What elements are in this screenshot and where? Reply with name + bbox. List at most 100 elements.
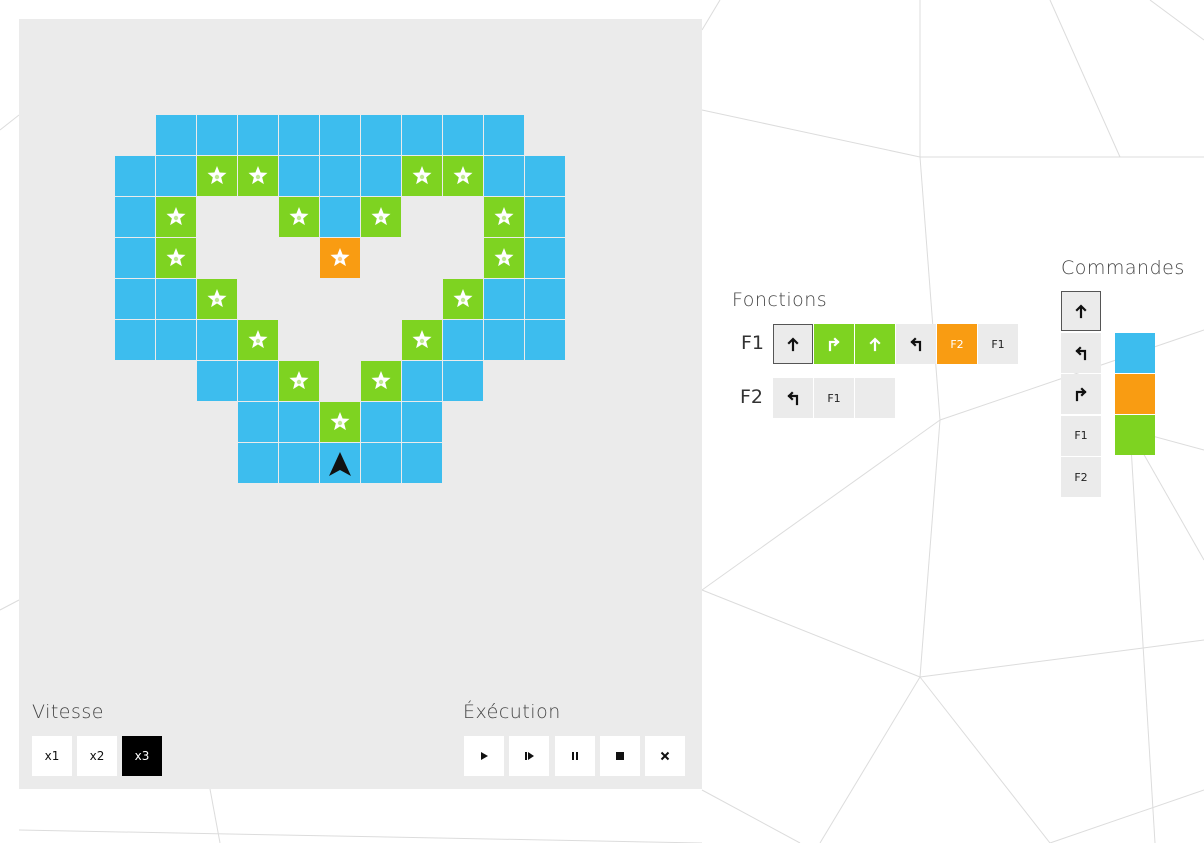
grid-cell-blue	[115, 238, 155, 278]
arrow-up-icon	[1075, 304, 1087, 319]
functions-label: Fonctions	[732, 289, 828, 311]
function-f2-slot-2[interactable]: F1	[814, 378, 854, 418]
star-center	[501, 215, 507, 221]
star-center	[419, 174, 425, 180]
grid-cell-blue	[484, 320, 524, 360]
clear-button[interactable]	[645, 736, 685, 776]
star-center	[460, 174, 466, 180]
star-center	[296, 379, 302, 385]
command-forward-button[interactable]	[1061, 291, 1101, 331]
function-f1-slot-1[interactable]	[773, 324, 813, 364]
grid-cell-blue	[525, 156, 565, 196]
command-f2-button[interactable]: F2	[1061, 457, 1101, 497]
star-center	[419, 338, 425, 344]
function-f1-slot-6[interactable]: F1	[978, 324, 1018, 364]
star-center	[173, 256, 179, 262]
grid-cell-blue	[525, 238, 565, 278]
grid-cell-blue	[238, 402, 278, 442]
slot-label: F1	[827, 391, 841, 405]
turn-left-icon	[910, 337, 922, 352]
grid-cell-blue	[279, 115, 319, 155]
color-swatch-green[interactable]	[1115, 415, 1155, 455]
play-button[interactable]	[464, 736, 504, 776]
function-f1-slot-4[interactable]	[896, 324, 936, 364]
star-center	[214, 297, 220, 303]
speed-label: Vitesse	[32, 701, 104, 723]
function-name-f1: F1	[741, 332, 765, 354]
function-f2-slot-1[interactable]	[773, 378, 813, 418]
stop-icon	[616, 752, 624, 760]
turn-left-icon	[787, 391, 799, 406]
slot-label: F1	[991, 337, 1005, 351]
function-f2-slot-3[interactable]	[855, 378, 895, 418]
command-label: F1	[1074, 429, 1088, 442]
grid-cell-blue	[238, 115, 278, 155]
grid-cell-blue	[279, 443, 319, 483]
command-label: F2	[1074, 470, 1088, 484]
grid-cell-blue	[443, 320, 483, 360]
function-name-f2: F2	[740, 386, 764, 408]
speed-x2-button[interactable]: x2	[77, 736, 117, 776]
grid-cell-blue	[197, 320, 237, 360]
function-f1-slot-2[interactable]	[814, 324, 854, 364]
star-center	[460, 297, 466, 303]
star-center	[501, 256, 507, 262]
star-center	[255, 174, 261, 180]
grid-cell-blue	[320, 115, 360, 155]
commands-label: Commandes	[1061, 257, 1185, 279]
star-center	[214, 174, 220, 180]
function-f1-slot-5[interactable]: F2	[937, 324, 977, 364]
speed-x1-button[interactable]: x1	[32, 736, 72, 776]
pause-button[interactable]	[555, 736, 595, 776]
grid-cell-blue	[115, 197, 155, 237]
grid-cell-blue	[484, 156, 524, 196]
game-board-panel: Vitesse x1 x2 x3 Éxécution	[19, 19, 702, 789]
grid-cell-blue	[484, 115, 524, 155]
turn-right-icon	[1075, 387, 1087, 402]
turn-right-icon	[828, 337, 840, 352]
grid-cell-blue	[402, 115, 442, 155]
grid-cell-blue	[402, 361, 442, 401]
grid-cell-blue	[525, 320, 565, 360]
command-f1-button[interactable]: F1	[1061, 415, 1101, 456]
star-center	[296, 215, 302, 221]
grid-cell-blue	[320, 197, 360, 237]
play-icon	[481, 752, 488, 760]
pause-icon	[572, 752, 578, 760]
star-center	[378, 379, 384, 385]
arrow-up-icon	[787, 337, 799, 352]
star-center	[255, 338, 261, 344]
grid-cell-blue	[115, 279, 155, 319]
execution-label: Éxécution	[463, 701, 561, 723]
grid-cell-blue	[320, 156, 360, 196]
color-swatch-orange[interactable]	[1115, 374, 1155, 414]
command-left-button[interactable]	[1061, 332, 1101, 373]
grid-cell-blue	[525, 197, 565, 237]
grid-cell-blue	[402, 402, 442, 442]
function-f1-slot-3[interactable]	[855, 324, 895, 364]
star-center	[337, 420, 343, 426]
stop-button[interactable]	[600, 736, 640, 776]
star-center	[173, 215, 179, 221]
grid-cell-blue	[443, 361, 483, 401]
grid-cell-blue	[238, 361, 278, 401]
grid-cell-blue	[197, 115, 237, 155]
step-button[interactable]	[509, 736, 549, 776]
turn-left-icon	[1075, 345, 1087, 360]
grid-cell-blue	[238, 443, 278, 483]
grid-cell-blue	[156, 156, 196, 196]
clear-icon	[660, 751, 670, 761]
speed-x3-button[interactable]: x3	[122, 736, 162, 776]
grid-cell-blue	[156, 320, 196, 360]
grid-cell-blue	[115, 156, 155, 196]
grid-cell-blue	[361, 115, 401, 155]
grid-cell-blue	[197, 361, 237, 401]
star-center	[337, 256, 343, 262]
star-center	[378, 215, 384, 221]
command-right-button[interactable]	[1061, 374, 1101, 414]
grid-cell-blue	[156, 115, 196, 155]
grid-cell-blue	[156, 279, 196, 319]
color-swatch-blue[interactable]	[1115, 333, 1155, 373]
slot-label: F2	[950, 337, 964, 351]
game-grid	[115, 115, 565, 483]
